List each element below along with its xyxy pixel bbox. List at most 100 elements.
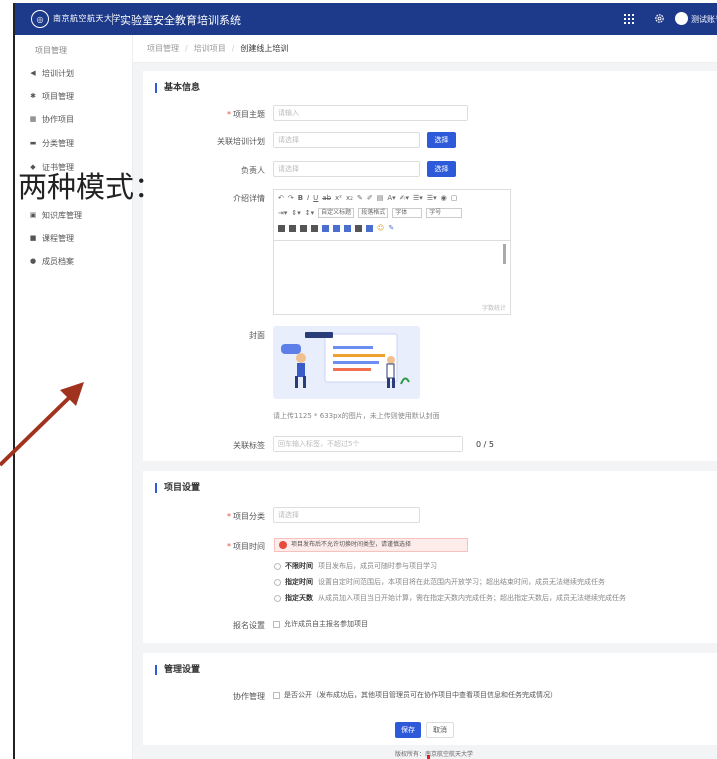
settings-icon[interactable] [654,13,665,24]
superscript-icon[interactable]: x² [335,194,342,202]
strike-icon[interactable]: ab [322,194,331,202]
italic-icon[interactable]: I [307,194,309,202]
sidebar-item-courses[interactable]: ■ 课程管理 [29,228,129,248]
emoji-icon[interactable]: ◉ [441,194,447,202]
cover-label: 封面 [249,331,265,340]
font-color-icon[interactable]: A▾ [387,194,395,202]
category-label: * 项目分类 [227,512,265,521]
highlight-icon[interactable]: ✍▾ [400,194,409,202]
select-plan-button[interactable]: 选择 [427,132,456,148]
insert-map-icon[interactable] [366,224,373,232]
tag-input[interactable]: 回车输入标签，不超过5个 [273,436,463,452]
owner-input[interactable]: 请选择 [273,161,420,177]
underline-icon[interactable]: U [313,194,318,202]
system-title: 实验室安全教育培训系统 [120,14,241,27]
cancel-button[interactable]: 取消 [426,722,454,738]
select-owner-button[interactable]: 选择 [427,161,456,177]
user-avatar[interactable] [675,12,688,25]
breadcrumb-separator: / [231,44,235,53]
insert-table-icon[interactable] [344,224,351,232]
font-size-select[interactable]: 字号 [426,208,463,218]
sidebar-item-label: 课程管理 [42,233,74,243]
apps-grid-icon[interactable] [624,14,634,24]
rich-text-editor[interactable]: ↶ ↷ BIU ab x² x₂ ✎ ✐ ▤ A▾ ✍▾ ☰▾ ☰▾ ◉ ▢ ⇥▾ ⇕▾ ↕▾ 自定义… [273,189,511,315]
brush-icon[interactable]: ✎ [357,194,363,202]
radio-button[interactable] [274,594,281,602]
tag-counter: 0 / 5 [476,440,494,449]
save-button[interactable]: 保存 [395,722,421,738]
time-option-specified-time[interactable]: 指定时间 设置自定时间范围后，本项目将在此范围内开放学习；超出结束时间，成员无法… [274,577,605,587]
preview-icon[interactable]: ▢ [451,194,458,202]
editor-content-area[interactable] [274,240,510,302]
sidebar-item-label: 成员档案 [42,256,74,266]
indent-icon[interactable]: ⇥▾ [278,209,287,217]
cover-image[interactable] [273,326,420,399]
sidebar-item-project-management[interactable]: ✱ 项目管理 [29,86,129,106]
link-icon[interactable]: ✎ [388,224,394,232]
editor-toolbar-row-1: ↶ ↷ BIU ab x² x₂ ✎ ✐ ▤ A▾ ✍▾ ☰▾ ☰▾ ◉ ▢ [278,192,457,204]
book-icon: ▣ [29,210,37,219]
paragraph-format-select[interactable]: 段落格式 [358,208,389,218]
insert-file-icon[interactable] [355,224,362,232]
breadcrumb-item[interactable]: 项目管理 [147,43,179,54]
time-option-unlimited[interactable]: 不限时间 项目发布后，成员可随时参与项目学习 [274,561,437,571]
undo-icon[interactable]: ↶ [278,194,284,202]
user-name[interactable]: 测试账号1 [691,14,717,25]
custom-title-select[interactable]: 自定义标题 [318,208,355,218]
clear-format-icon[interactable]: ✐ [367,194,373,202]
align-right-icon[interactable] [300,224,307,232]
font-family-select[interactable]: 字体 [392,208,423,218]
topic-input[interactable]: 请输入 [273,105,468,121]
slide-frame: ◎ 南京航空航天大学 实验室安全教育培训系统 测试账号1 项目管理 ◀ 培训计划… [0,0,717,759]
checkbox[interactable] [273,691,280,699]
sidebar-item-label: 协作项目 [42,114,74,124]
plan-input[interactable]: 请选择 [273,132,420,148]
redo-icon[interactable]: ↷ [288,194,294,202]
time-option-specified-days[interactable]: 指定天数 从成员加入项目当日开始计算，需在指定天数内完成任务；超出指定天数后，成… [274,593,626,603]
sidebar-item-category[interactable]: ▬ 分类管理 [29,133,129,153]
sidebar-item-training-plan[interactable]: ◀ 培训计划 [29,63,129,83]
ordered-list-icon[interactable]: ☰▾ [413,194,423,202]
unordered-list-icon[interactable]: ☰▾ [427,194,437,202]
collab-public-checkbox[interactable]: 是否公开（发布成功后，其他项目管理员可在协作项目中查看项目信息和任务完成情况） [273,690,557,700]
align-center-icon[interactable] [289,224,296,232]
breadcrumb: 项目管理 / 培训项目 / 创建线上培训 [133,35,717,63]
checkbox[interactable] [273,620,280,628]
top-separator [112,13,113,25]
course-icon: ■ [29,233,37,242]
breadcrumb-item[interactable]: 培训项目 [194,43,226,54]
signup-checkbox[interactable]: 允许成员自主报名参加项目 [273,619,368,629]
insert-image-icon[interactable] [322,224,329,232]
breadcrumb-separator: / [185,44,188,53]
line-height-icon[interactable]: ⇕▾ [291,209,300,217]
category-select[interactable]: 请选择 [273,507,420,523]
radio-button[interactable] [274,578,281,586]
smiley-icon[interactable]: ☺ [377,224,384,232]
sidebar-item-member-archive[interactable]: ● 成员档案 [29,251,129,271]
annotation-arrow-icon [0,382,84,467]
subscript-icon[interactable]: x₂ [346,194,353,202]
editor-scrollbar[interactable] [503,244,506,264]
paste-icon[interactable]: ▤ [377,194,384,202]
top-bar: ◎ 南京航空航天大学 实验室安全教育培训系统 测试账号1 [15,3,717,35]
warning-icon [279,541,287,549]
align-left-icon[interactable] [278,224,285,232]
radio-button[interactable] [274,562,281,570]
sidebar-item-collab-projects[interactable]: ▦ 协作项目 [29,109,129,129]
section-title-manage: 管理设置 [155,665,200,675]
sidebar-item-knowledge-base[interactable]: ▣ 知识库管理 [29,205,129,225]
time-label: * 项目时间 [227,542,265,551]
intro-label: 介绍详情 [233,194,265,203]
plan-label: 关联培训计划 [217,137,265,146]
grid-icon: ▦ [29,114,37,123]
annotation-text: 两种模式： [18,170,164,204]
collab-label: 协作管理 [233,692,265,701]
spacing-icon[interactable]: ↕▾ [305,209,314,217]
insert-video-icon[interactable] [333,224,340,232]
university-logo-text: 南京航空航天大学 [53,14,121,23]
align-justify-icon[interactable] [311,224,318,232]
folder-icon: ▬ [29,138,37,147]
user-icon: ● [29,256,37,265]
topic-label: * 项目主题 [227,110,265,119]
bold-icon[interactable]: B [298,194,303,202]
